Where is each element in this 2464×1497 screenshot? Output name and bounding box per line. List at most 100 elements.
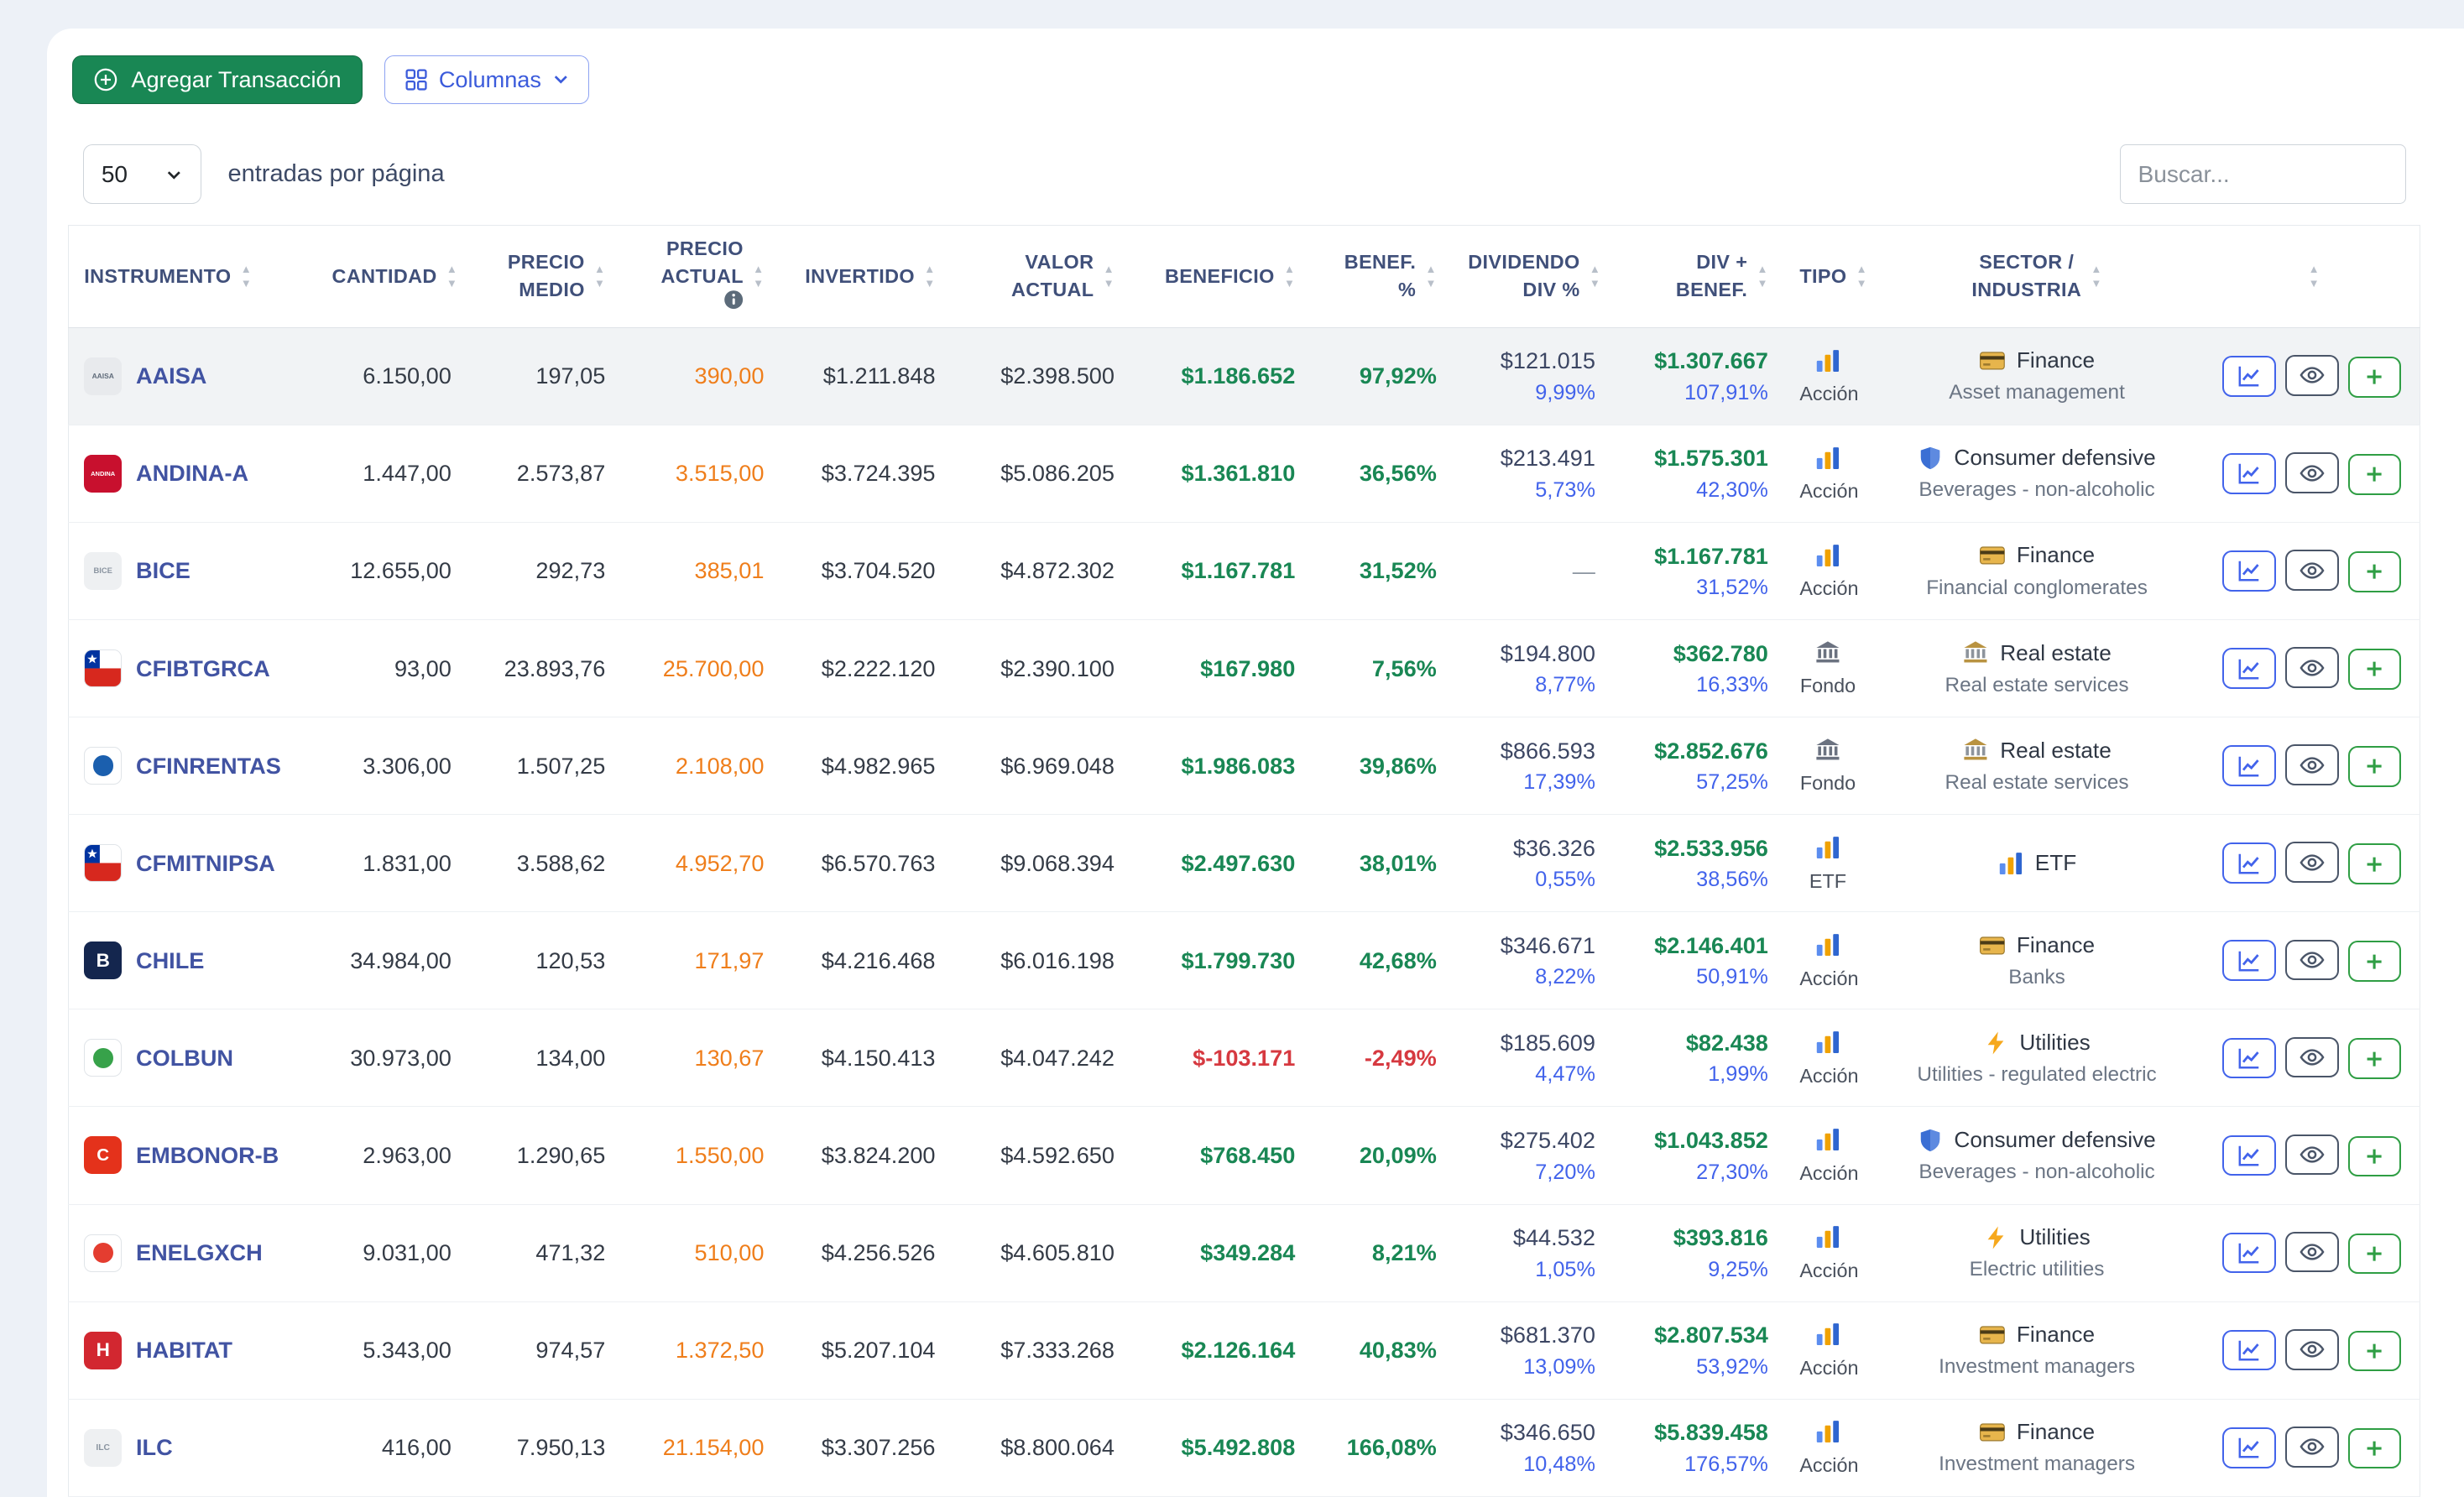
row-add-button[interactable]	[2348, 1038, 2402, 1079]
instrument-logo	[84, 649, 122, 687]
eye-icon	[2300, 461, 2325, 486]
row-view-button[interactable]	[2285, 744, 2339, 785]
quantity-cell: 1.831,00	[320, 815, 471, 912]
row-add-button[interactable]	[2348, 454, 2402, 495]
instrument-link[interactable]: EMBONOR-B	[136, 1142, 279, 1169]
row-chart-button[interactable]	[2222, 842, 2276, 884]
instrument-link[interactable]: CHILE	[136, 947, 204, 974]
row-chart-button[interactable]	[2222, 1427, 2276, 1468]
row-chart-button[interactable]	[2222, 550, 2276, 592]
row-chart-button[interactable]	[2222, 1038, 2276, 1079]
instrument-link[interactable]: COLBUN	[136, 1045, 233, 1072]
row-add-button[interactable]	[2348, 551, 2402, 592]
column-header-instrumento[interactable]: INSTRUMENTO▲▼	[68, 225, 320, 327]
row-chart-button[interactable]	[2222, 453, 2276, 494]
row-add-button[interactable]	[2348, 843, 2402, 884]
row-view-button[interactable]	[2285, 1232, 2339, 1273]
column-header-sector[interactable]: SECTOR /INDUSTRIA▲▼	[1875, 225, 2205, 327]
column-header-precio_medio[interactable]: PRECIOMEDIO▲▼	[470, 225, 624, 327]
instrument-link[interactable]: CFINRENTAS	[136, 753, 281, 780]
instrument-link[interactable]: ENELGXCH	[136, 1239, 263, 1266]
row-chart-button[interactable]	[2222, 1233, 2276, 1274]
row-view-button[interactable]	[2285, 1037, 2339, 1078]
row-add-button[interactable]	[2348, 1428, 2402, 1469]
row-view-button[interactable]	[2285, 1427, 2339, 1468]
column-header-tipo[interactable]: TIPO▲▼	[1787, 225, 1875, 327]
row-add-button[interactable]	[2348, 746, 2402, 787]
row-add-button[interactable]	[2348, 357, 2402, 398]
column-header-acciones[interactable]: ▲▼	[2205, 225, 2420, 327]
row-add-button[interactable]	[2348, 1331, 2402, 1372]
row-add-button[interactable]	[2348, 1234, 2402, 1275]
row-add-button[interactable]	[2348, 1136, 2402, 1177]
instrument-link[interactable]: HABITAT	[136, 1337, 232, 1364]
row-chart-button[interactable]	[2222, 648, 2276, 689]
instrument-cell: ENELGXCH	[68, 1204, 320, 1301]
add-transaction-button[interactable]: Agregar Transacción	[72, 55, 363, 104]
profit-pct-cell: 40,83%	[1314, 1301, 1456, 1399]
row-view-button[interactable]	[2285, 842, 2339, 883]
sector-label: ETF	[2035, 850, 2077, 876]
sector-cell: FinanceBanks	[1875, 912, 2205, 1009]
bar-chart-icon	[1814, 1223, 1841, 1250]
row-view-button[interactable]	[2285, 940, 2339, 981]
instrument-link[interactable]: AAISA	[136, 363, 206, 389]
instrument-link[interactable]: CFMITNIPSA	[136, 850, 275, 877]
profit-pct-cell: 38,01%	[1314, 815, 1456, 912]
table-row: BICEBICE12.655,00292,73385,01$3.704.520$…	[68, 522, 2420, 619]
column-header-invertido[interactable]: INVERTIDO▲▼	[783, 225, 954, 327]
current-value-cell: $8.800.064	[954, 1399, 1133, 1496]
portfolio-table: INSTRUMENTO▲▼CANTIDAD▲▼PRECIOMEDIO▲▼PREC…	[68, 225, 2421, 1497]
row-chart-button[interactable]	[2222, 1330, 2276, 1371]
instrument-link[interactable]: CFIBTGRCA	[136, 655, 270, 682]
row-view-button[interactable]	[2285, 1329, 2339, 1370]
row-add-button[interactable]	[2348, 649, 2402, 690]
actions-cell	[2205, 327, 2420, 425]
type-cell: Acción	[1787, 1301, 1875, 1399]
row-view-button[interactable]	[2285, 550, 2339, 591]
row-view-button[interactable]	[2285, 647, 2339, 688]
search-input[interactable]	[2120, 144, 2406, 204]
invested-cell: $4.982.965	[783, 717, 954, 815]
bank-icon	[1814, 639, 1841, 666]
current-value-cell: $7.333.268	[954, 1301, 1133, 1399]
instrument-logo: ANDINA	[84, 455, 122, 493]
page-size-select[interactable]: 50	[83, 144, 201, 204]
row-view-button[interactable]	[2285, 355, 2339, 396]
column-header-benef_pct[interactable]: BENEF.%▲▼	[1314, 225, 1456, 327]
shield-icon	[1918, 446, 1943, 471]
column-header-beneficio[interactable]: BENEFICIO▲▼	[1133, 225, 1313, 327]
row-chart-button[interactable]	[2222, 356, 2276, 397]
industry-label: Beverages - non-alcoholic	[1887, 477, 2186, 502]
instrument-link[interactable]: ILC	[136, 1434, 173, 1461]
portfolio-app: Agregar Transacción Columnas 50 entradas…	[0, 0, 2464, 1497]
instrument-link[interactable]: BICE	[136, 557, 191, 584]
column-header-valor_actual[interactable]: VALORACTUAL▲▼	[954, 225, 1133, 327]
info-icon[interactable]	[666, 289, 744, 317]
bar-chart-icon	[1814, 834, 1841, 861]
instrument-link[interactable]: ANDINA-A	[136, 460, 248, 487]
type-label: Acción	[1799, 1162, 1856, 1185]
row-view-button[interactable]	[2285, 452, 2339, 493]
plus-icon	[2363, 853, 2385, 875]
row-add-button[interactable]	[2348, 941, 2402, 982]
bar-chart-icon	[1814, 931, 1841, 958]
column-header-cantidad[interactable]: CANTIDAD▲▼	[320, 225, 471, 327]
avg-price-cell: 1.507,25	[470, 717, 624, 815]
columns-button[interactable]: Columnas	[384, 55, 589, 104]
div-plus-profit-cell: $362.78016,33%	[1614, 620, 1787, 717]
profit-pct-cell: 39,86%	[1314, 717, 1456, 815]
sector-cell: FinanceAsset management	[1875, 327, 2205, 425]
row-chart-button[interactable]	[2222, 745, 2276, 786]
column-header-precio_actual[interactable]: PRECIOACTUAL▲▼	[624, 225, 783, 327]
column-header-div_benef[interactable]: DIV +BENEF.▲▼	[1614, 225, 1787, 327]
dividend-cell: $866.59317,39%	[1455, 717, 1614, 815]
dividend-cell: $121.0159,99%	[1455, 327, 1614, 425]
row-view-button[interactable]	[2285, 1134, 2339, 1176]
row-chart-button[interactable]	[2222, 1135, 2276, 1176]
row-chart-button[interactable]	[2222, 940, 2276, 981]
actions-cell	[2205, 717, 2420, 815]
plus-icon	[2363, 463, 2385, 485]
column-header-dividendo[interactable]: DIVIDENDODIV %▲▼	[1455, 225, 1614, 327]
grid-icon	[405, 68, 428, 91]
